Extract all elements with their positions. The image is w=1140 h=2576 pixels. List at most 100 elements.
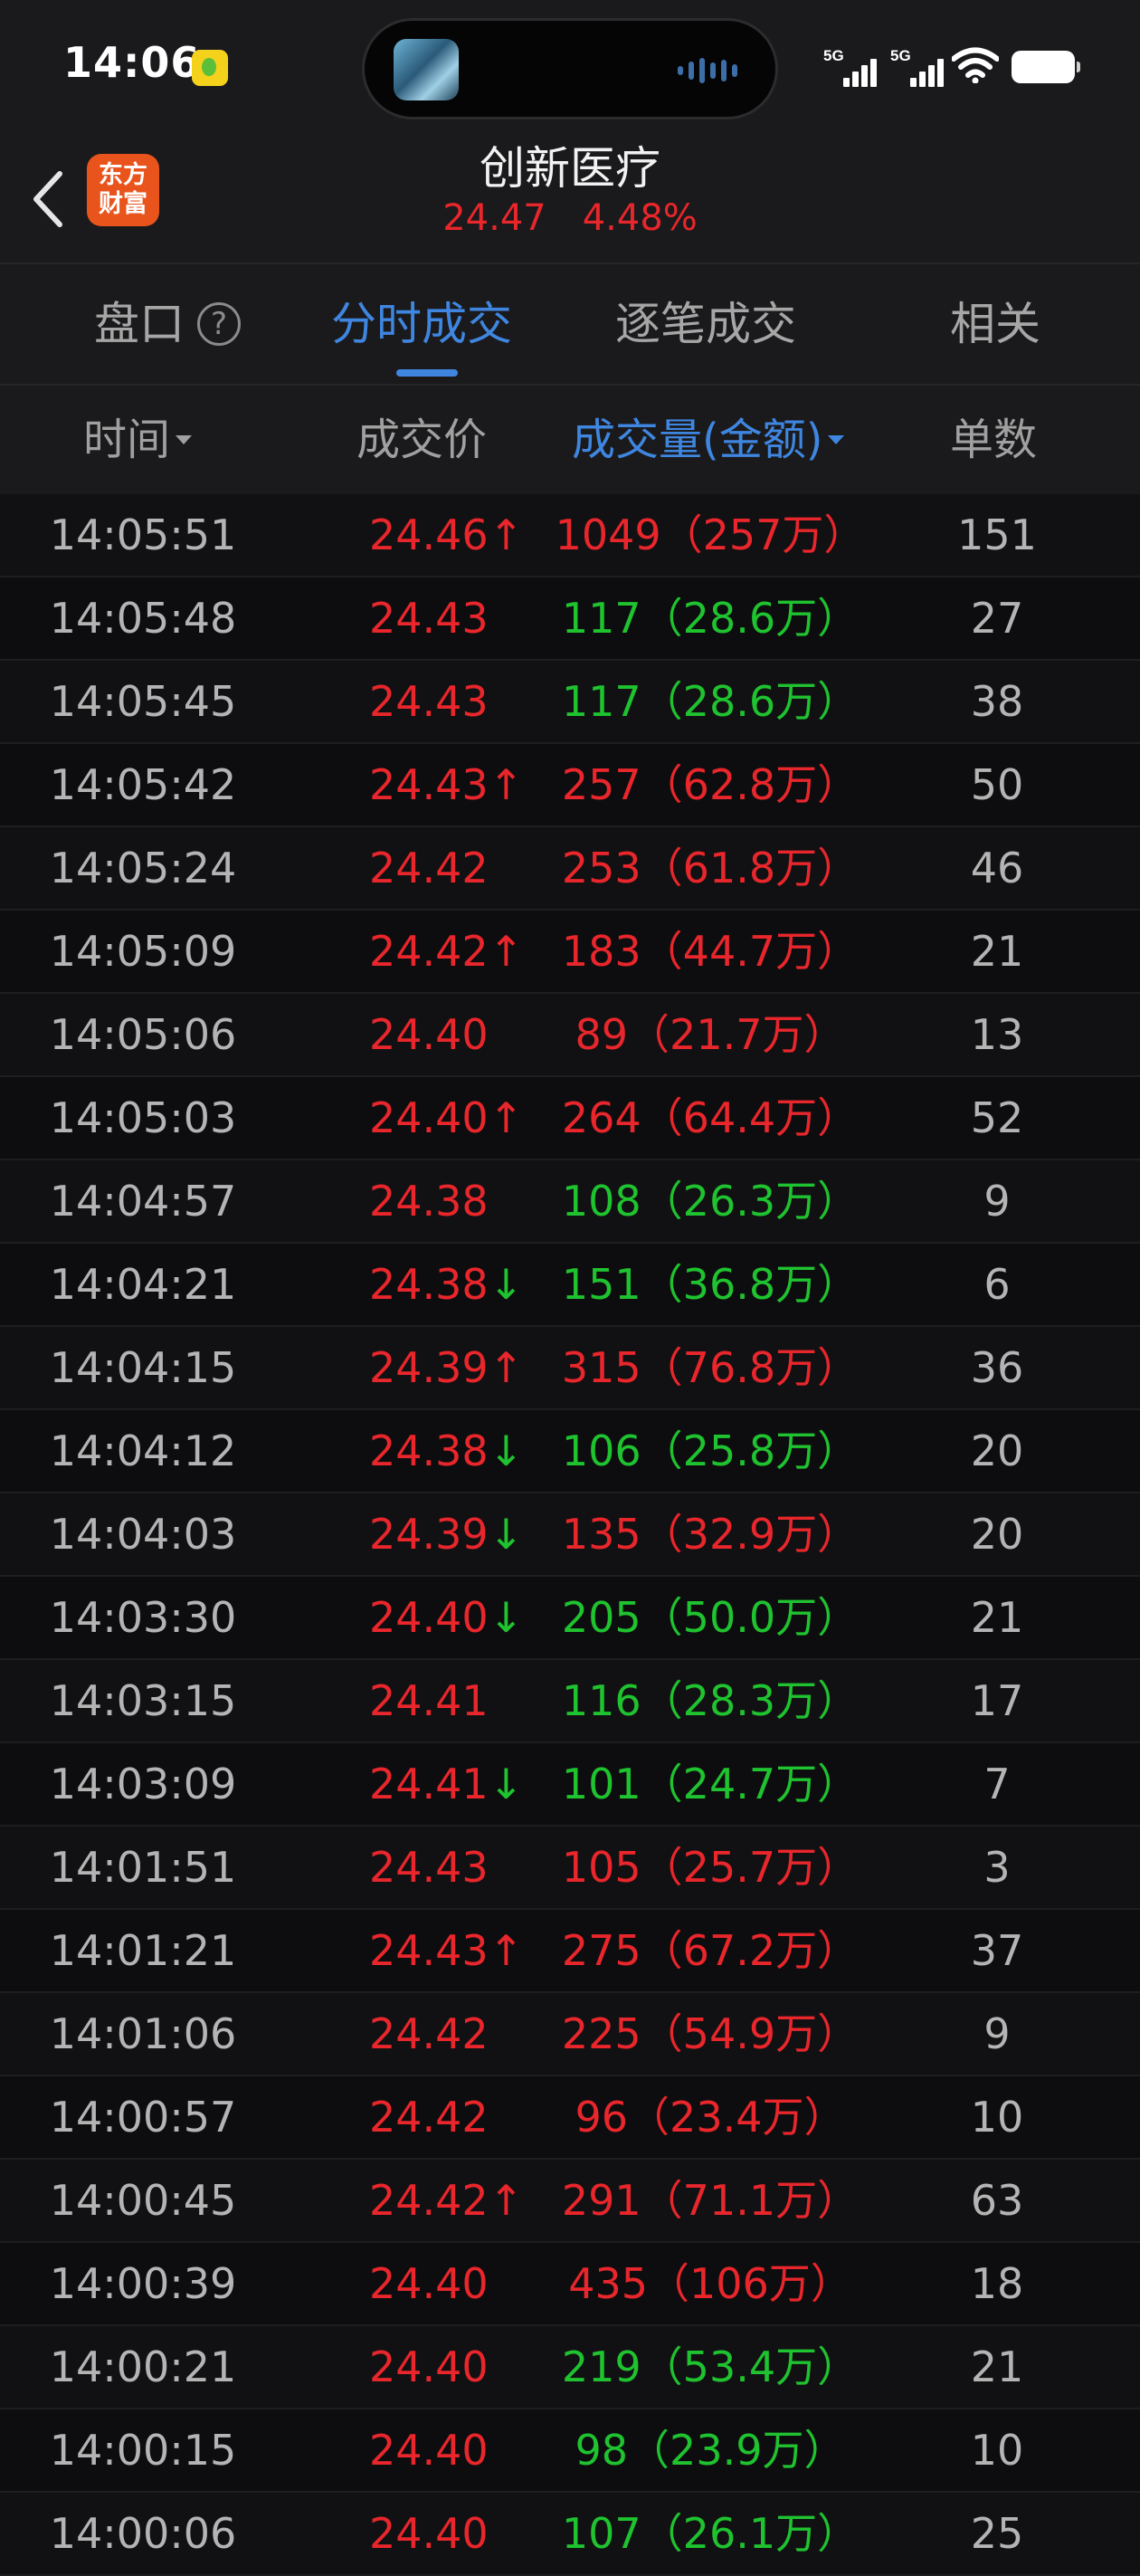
trade-order-count: 6 [983, 1260, 1011, 1309]
table-row[interactable]: 14:04:03 24.39 ↓ 135（32.9万） 20 [0, 1493, 1140, 1577]
trade-time: 14:05:03 [49, 1093, 237, 1142]
eastmoney-logo[interactable]: 东方财富 [87, 154, 159, 226]
trade-price: 24.43 [369, 677, 489, 726]
trade-time: 14:00:57 [49, 2093, 237, 2142]
trade-volume: 205（50.0万） [561, 1593, 860, 1642]
trade-price: 24.43 [369, 760, 489, 809]
trade-price: 24.46 [369, 510, 489, 559]
table-row[interactable]: 14:03:09 24.41 ↓ 101（24.7万） 7 [0, 1743, 1140, 1827]
trade-price: 24.38 [369, 1260, 489, 1309]
trade-order-count: 52 [970, 1093, 1024, 1142]
trade-time: 14:05:48 [49, 594, 237, 643]
trade-order-count: 13 [970, 1010, 1024, 1059]
table-row[interactable]: 14:04:21 24.38 ↓ 151（36.8万） 6 [0, 1244, 1140, 1327]
help-icon[interactable]: ? [197, 301, 241, 346]
trade-volume: 1049（257万） [555, 510, 866, 559]
tab-tick-trades[interactable]: 逐笔成交 [615, 297, 796, 351]
table-row[interactable]: 14:05:03 24.40 ↑ 264（64.4万） 52 [0, 1077, 1140, 1160]
trade-volume: 264（64.4万） [561, 1093, 860, 1142]
trade-volume: 219（53.4万） [561, 2342, 860, 2391]
audio-wave-icon [678, 57, 745, 84]
trade-volume: 135（32.9万） [561, 1510, 860, 1559]
trade-time: 14:05:06 [49, 1010, 237, 1059]
trade-price: 24.40 [369, 2426, 489, 2475]
tab-related[interactable]: 相关 [950, 297, 1040, 351]
trade-time: 14:05:24 [49, 844, 237, 892]
column-header-row: 时间 成交价 成交量(金额) 单数 [0, 386, 1140, 494]
tab-label: 分时成交 [331, 298, 512, 350]
column-time-sort[interactable]: 时间 [83, 413, 193, 467]
trade-time: 14:01:21 [49, 1926, 237, 1975]
trade-time: 14:04:57 [49, 1177, 237, 1226]
trade-time: 14:03:09 [49, 1760, 237, 1808]
table-row[interactable]: 14:03:15 24.41 116（28.3万） 17 [0, 1660, 1140, 1743]
dynamic-island[interactable] [362, 18, 778, 119]
trade-time: 14:05:51 [49, 510, 237, 559]
table-row[interactable]: 14:01:06 24.42 225（54.9万） 9 [0, 1993, 1140, 2076]
trade-order-count: 18 [970, 2259, 1024, 2308]
trade-price: 24.40 [369, 1593, 489, 1642]
column-count-label: 单数 [950, 415, 1038, 465]
table-row[interactable]: 14:04:12 24.38 ↓ 106（25.8万） 20 [0, 1410, 1140, 1493]
trade-order-count: 151 [957, 510, 1037, 559]
stock-price: 24.47 [442, 197, 546, 239]
table-row[interactable]: 14:05:45 24.43 117（28.6万） 38 [0, 661, 1140, 744]
trade-price: 24.42 [369, 844, 489, 892]
trade-volume: 106（25.8万） [561, 1426, 860, 1475]
trade-order-count: 27 [970, 594, 1024, 643]
table-row[interactable]: 14:00:21 24.40 219（53.4万） 21 [0, 2326, 1140, 2409]
trade-time: 14:04:15 [49, 1343, 237, 1392]
trade-time: 14:00:45 [49, 2176, 237, 2225]
table-row[interactable]: 14:04:15 24.39 ↑ 315（76.8万） 36 [0, 1327, 1140, 1410]
trade-order-count: 9 [983, 2009, 1011, 2058]
stock-quote: 24.47 4.48% [344, 196, 796, 241]
media-thumbnail [394, 39, 459, 100]
table-row[interactable]: 14:05:51 24.46 ↑ 1049（257万） 151 [0, 494, 1140, 577]
trade-list[interactable]: 14:05:51 24.46 ↑ 1049（257万） 151 14:05:48 24.43… [0, 494, 1140, 2576]
trade-time: 14:03:15 [49, 1676, 237, 1725]
table-row[interactable]: 14:05:09 24.42 ↑ 183（44.7万） 21 [0, 911, 1140, 994]
column-volume-sort[interactable]: 成交量(金额) [572, 413, 845, 467]
table-row[interactable]: 14:05:24 24.42 253（61.8万） 46 [0, 827, 1140, 911]
sort-down-icon [176, 435, 193, 444]
trade-order-count: 17 [970, 1676, 1024, 1725]
table-row[interactable]: 14:00:57 24.42 96（23.4万） 10 [0, 2076, 1140, 2160]
tab-order-book[interactable]: 盘口? [94, 297, 241, 351]
trade-time: 14:00:06 [49, 2509, 237, 2558]
table-row[interactable]: 14:05:48 24.43 117（28.6万） 27 [0, 577, 1140, 661]
active-tab-indicator [396, 369, 458, 377]
trade-order-count: 10 [970, 2093, 1024, 2142]
trade-volume: 315（76.8万） [561, 1343, 860, 1392]
trade-price: 24.43 [369, 594, 489, 643]
trade-time: 14:01:51 [49, 1843, 237, 1892]
table-row[interactable]: 14:00:15 24.40 98（23.9万） 10 [0, 2409, 1140, 2493]
trade-price: 24.43 [369, 1843, 489, 1892]
trade-volume: 253（61.8万） [561, 844, 860, 892]
table-row[interactable]: 14:00:45 24.42 ↑ 291（71.1万） 63 [0, 2160, 1140, 2243]
table-row[interactable]: 14:05:42 24.43 ↑ 257（62.8万） 50 [0, 744, 1140, 827]
trade-price: 24.39 [369, 1343, 489, 1392]
trade-volume: 225（54.9万） [561, 2009, 860, 2058]
table-row[interactable]: 14:04:57 24.38 108（26.3万） 9 [0, 1160, 1140, 1244]
trade-order-count: 46 [970, 844, 1024, 892]
table-row[interactable]: 14:01:21 24.43 ↑ 275（67.2万） 37 [0, 1910, 1140, 1993]
trade-volume: 435（106万） [568, 2259, 852, 2308]
table-row[interactable]: 14:05:06 24.40 89（21.7万） 13 [0, 994, 1140, 1077]
table-row[interactable]: 14:01:51 24.43 105（25.7万） 3 [0, 1827, 1140, 1910]
table-row[interactable]: 14:00:06 24.40 107（26.1万） 25 [0, 2493, 1140, 2576]
trade-time: 14:05:09 [49, 927, 237, 976]
trade-volume: 108（26.3万） [561, 1177, 860, 1226]
back-arrow-icon[interactable] [25, 163, 71, 235]
trade-order-count: 37 [970, 1926, 1024, 1975]
trade-time: 14:03:30 [49, 1593, 237, 1642]
trade-order-count: 25 [970, 2509, 1024, 2558]
stock-change-percent: 4.48% [582, 197, 698, 239]
column-price-label: 成交价 [356, 415, 488, 465]
trade-volume: 98（23.9万） [575, 2426, 846, 2475]
tab-minute-trades[interactable]: 分时成交 [331, 297, 512, 351]
trade-volume: 96（23.4万） [575, 2093, 846, 2142]
trade-volume: 105（25.7万） [561, 1843, 860, 1892]
table-row[interactable]: 14:00:39 24.40 435（106万） 18 [0, 2243, 1140, 2326]
trade-volume: 275（67.2万） [561, 1926, 860, 1975]
table-row[interactable]: 14:03:30 24.40 ↓ 205（50.0万） 21 [0, 1577, 1140, 1660]
